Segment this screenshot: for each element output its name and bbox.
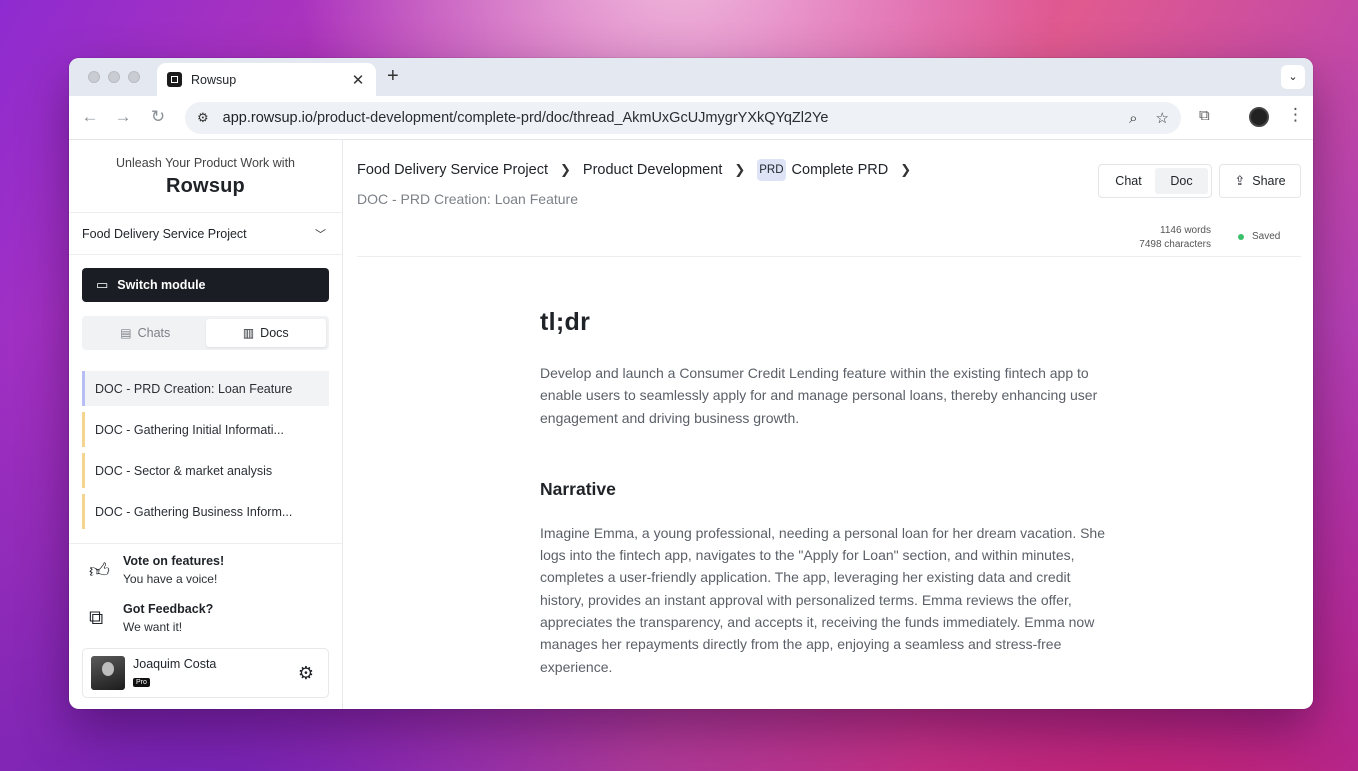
breadcrumb-module[interactable]: Product Development (583, 162, 722, 178)
feedback-subtitle: We want it! (123, 620, 183, 634)
rowsup-favicon-icon (167, 72, 182, 87)
prd-badge: PRD (757, 159, 786, 181)
word-count: 1146 words (1160, 225, 1211, 236)
share-label: Share (1252, 174, 1286, 188)
tab-title: Rowsup (191, 72, 237, 87)
share-button[interactable]: ⇪ Share (1219, 164, 1301, 198)
chevron-right-icon: ❯ (900, 162, 912, 177)
vote-title: Vote on features! (123, 554, 225, 568)
address-bar[interactable]: ⚙ app.rowsup.io/product-development/comp… (185, 102, 1181, 134)
share-icon: ⇪ (1234, 173, 1246, 188)
url-host: app.rowsup.io (222, 110, 313, 126)
app-area: Unleash Your Product Work with Rowsup Fo… (69, 140, 1313, 709)
switch-module-button[interactable]: ▭ Switch module (82, 268, 329, 302)
status-badge: Saved (1238, 231, 1280, 242)
feedback-title: Got Feedback? (123, 602, 214, 616)
doc-paragraph-tldr: Develop and launch a Consumer Credit Len… (540, 365, 1098, 426)
close-window-icon[interactable] (88, 71, 100, 83)
user-name: Joaquim Costa (133, 657, 217, 671)
url-text[interactable]: app.rowsup.io/product-development/comple… (223, 110, 1111, 126)
chevron-right-icon: ❯ (560, 162, 571, 177)
tab-chats-label: Chats (137, 326, 171, 340)
pro-badge: Pro (133, 678, 150, 687)
doc-list: DOC - PRD Creation: Loan Feature DOC - G… (82, 371, 329, 535)
tab-chats[interactable]: ▤ Chats (85, 319, 206, 347)
switch-module-label: Switch module (117, 278, 206, 292)
reload-icon[interactable]: ↻ (145, 107, 171, 127)
chevron-down-icon: ﹀ (315, 228, 326, 241)
back-arrow-icon[interactable]: ← (77, 107, 103, 127)
brand-name: Rowsup (166, 175, 245, 197)
brand-tagline: Unleash Your Product Work with (115, 156, 296, 170)
chevron-right-icon: ❯ (734, 162, 746, 177)
thumbs-up-icon: 👍︎ (89, 560, 110, 582)
chat-icon: ▤ (120, 326, 132, 340)
browser-window: Rowsup ✕ + ⌄ ← → ↻ ⚙ app.rowsup.io/produ… (69, 58, 1313, 709)
window-controls (88, 71, 140, 83)
tab-docs[interactable]: ▥ Docs (205, 319, 326, 347)
browser-toolbar: ← → ↻ ⚙ app.rowsup.io/product-developmen… (69, 96, 1313, 140)
extensions-puzzle-icon[interactable]: ⧉ (1199, 107, 1210, 124)
divider (357, 256, 1301, 257)
doc-paragraph-narrative: Imagine Emma, a young professional, need… (540, 524, 1106, 675)
doc-heading-narrative: Narrative (540, 478, 616, 499)
chats-docs-toggle: ▤ Chats ▥ Docs (82, 316, 329, 350)
minimize-window-icon[interactable] (108, 71, 120, 83)
external-link-icon: ⧉ (89, 607, 104, 629)
tab-search-chevron-icon[interactable]: ⌄ (1281, 65, 1305, 89)
browser-tab[interactable]: Rowsup ✕ (157, 63, 376, 96)
saved-label: Saved (1252, 231, 1281, 242)
character-count: 7498 characters (1139, 239, 1211, 250)
document-icon: ▥ (242, 326, 255, 340)
gear-icon[interactable]: ⚙ (298, 663, 314, 684)
vote-features-link[interactable]: 👍︎ Vote on features! You have a voice! (69, 544, 342, 592)
chat-view-button[interactable]: Chat (1102, 168, 1155, 194)
document-body[interactable]: tl;dr Develop and launch a Consumer Cred… (540, 308, 1115, 678)
brand-header: Unleash Your Product Work with Rowsup (69, 140, 342, 213)
forward-arrow-icon[interactable]: → (110, 107, 136, 127)
user-info: Joaquim Costa Pro (133, 657, 298, 689)
project-dropdown[interactable]: Food Delivery Service Project ﹀ (69, 213, 342, 255)
view-toggle: Chat Doc (1098, 164, 1212, 198)
list-item[interactable]: DOC - Sector & market analysis (82, 453, 329, 488)
user-card: Joaquim Costa Pro ⚙ (82, 648, 329, 698)
page-subtitle: DOC - PRD Creation: Loan Feature (357, 191, 578, 207)
zoom-icon[interactable]: ⌕ (1129, 110, 1137, 127)
new-tab-icon[interactable]: + (387, 66, 399, 86)
project-name: Food Delivery Service Project (82, 226, 247, 241)
sidebar-footer: 👍︎ Vote on features! You have a voice! ⧉… (69, 543, 342, 698)
browser-menu-icon[interactable]: ⋮ (1287, 105, 1304, 125)
main-content: Food Delivery Service Project ❯ Product … (343, 140, 1313, 709)
url-path: /product-development/complete-prd/doc/th… (312, 110, 829, 126)
profile-avatar-icon[interactable] (1249, 107, 1269, 127)
vote-subtitle: You have a voice! (123, 572, 218, 586)
saved-dot-icon (1238, 233, 1244, 240)
list-item[interactable]: DOC - Gathering Initial Informati... (82, 412, 329, 447)
bookmark-star-icon[interactable]: ☆ (1156, 109, 1169, 127)
sidebar: Unleash Your Product Work with Rowsup Fo… (69, 140, 343, 709)
doc-heading-tldr: tl;dr (540, 308, 591, 336)
list-item[interactable]: DOC - PRD Creation: Loan Feature (82, 371, 329, 406)
list-item[interactable]: DOC - Gathering Business Inform... (82, 494, 329, 529)
tab-strip: Rowsup ✕ + ⌄ (69, 58, 1313, 96)
doc-view-button[interactable]: Doc (1155, 168, 1208, 194)
maximize-window-icon[interactable] (128, 71, 140, 83)
feedback-link[interactable]: ⧉ Got Feedback? We want it! (69, 592, 342, 640)
chat-bubble-icon: ▭ (96, 277, 109, 292)
breadcrumb-page[interactable]: Complete PRD (792, 162, 889, 178)
site-settings-icon[interactable]: ⚙ (197, 110, 209, 126)
close-tab-icon[interactable]: ✕ (350, 71, 366, 89)
breadcrumb-project[interactable]: Food Delivery Service Project (357, 162, 548, 178)
tab-docs-label: Docs (260, 326, 289, 340)
avatar[interactable] (91, 656, 125, 690)
breadcrumb: Food Delivery Service Project ❯ Product … (357, 159, 923, 181)
doc-stats: 1146 words 7498 characters (1103, 224, 1211, 252)
